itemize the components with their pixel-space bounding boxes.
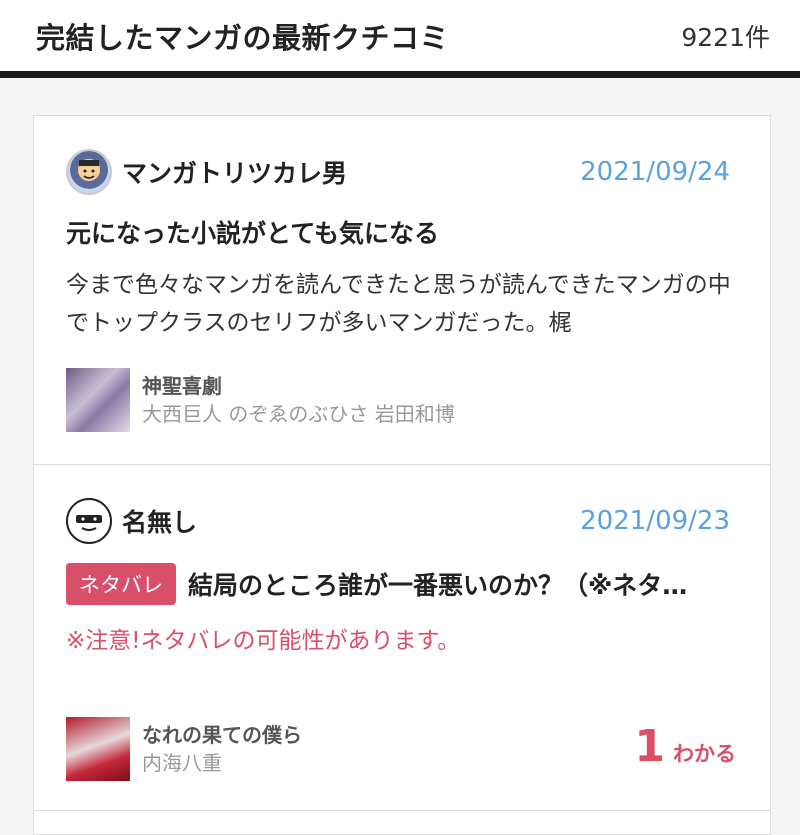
book-authors: 大西巨人 のぞゑのぶひさ 岩田和博 (142, 402, 455, 426)
review-date: 2021/09/24 (580, 157, 730, 187)
helpful-button[interactable]: 1 わかる (634, 721, 736, 772)
helpful-label: わかる (673, 742, 736, 766)
section-header: 完結したマンガの最新クチコミ 9221件 (0, 0, 800, 78)
book-info: なれの果ての僕ら 内海八重 (142, 721, 302, 777)
user-avatar[interactable] (66, 498, 112, 544)
review-body[interactable]: 今まで色々なマンガを読んできたと思うが読んできたマンガの中でトップクラスのセリフ… (66, 266, 734, 342)
book-info: 神聖喜劇 大西巨人 のぞゑのぶひさ 岩田和博 (142, 372, 455, 428)
review-title-text: 元になった小説がとても気になる (66, 219, 440, 248)
anonymous-user-icon (76, 515, 102, 531)
book-link[interactable]: 神聖喜劇 大西巨人 のぞゑのぶひさ 岩田和博 (66, 368, 455, 432)
book-cover[interactable] (66, 368, 130, 432)
book-title[interactable]: なれの果ての僕ら (142, 721, 302, 749)
spoiler-warning: ※注意!ネタバレの可能性があります。 (66, 628, 461, 654)
avatar-face-icon (79, 160, 99, 181)
helpful-count: 1 (634, 721, 665, 772)
username[interactable]: マンガトリツカレ男 (122, 154, 347, 190)
spoiler-badge: ネタバレ (66, 563, 176, 605)
review-title[interactable]: ネタバレ 結局のところ誰が一番悪いのか？（※ネタ… (66, 563, 734, 605)
section-title: 完結したマンガの最新クチコミ (36, 20, 450, 55)
username[interactable]: 名無し (122, 503, 197, 539)
user-row: 名無し 2021/09/23 (66, 497, 730, 545)
book-title[interactable]: 神聖喜劇 (142, 372, 455, 400)
review-list: マンガトリツカレ男 2021/09/24 元になった小説がとても気になる 今まで… (33, 115, 771, 835)
review-title-text: 結局のところ誰が一番悪いのか？（※ネタ… (188, 571, 688, 600)
book-cover[interactable] (66, 717, 130, 781)
review-card[interactable]: マンガトリツカレ男 2021/09/24 元になった小説がとても気になる 今まで… (34, 116, 770, 465)
book-authors: 内海八重 (142, 751, 222, 775)
review-title[interactable]: 元になった小説がとても気になる (66, 214, 734, 250)
book-link[interactable]: なれの果ての僕ら 内海八重 (66, 717, 302, 781)
review-date: 2021/09/23 (580, 506, 730, 536)
user-avatar[interactable] (66, 149, 112, 195)
user-row: マンガトリツカレ男 2021/09/24 (66, 148, 730, 196)
review-count: 9221件 (681, 22, 770, 52)
review-card[interactable]: 名無し 2021/09/23 ネタバレ 結局のところ誰が一番悪いのか？（※ネタ…… (34, 465, 770, 811)
